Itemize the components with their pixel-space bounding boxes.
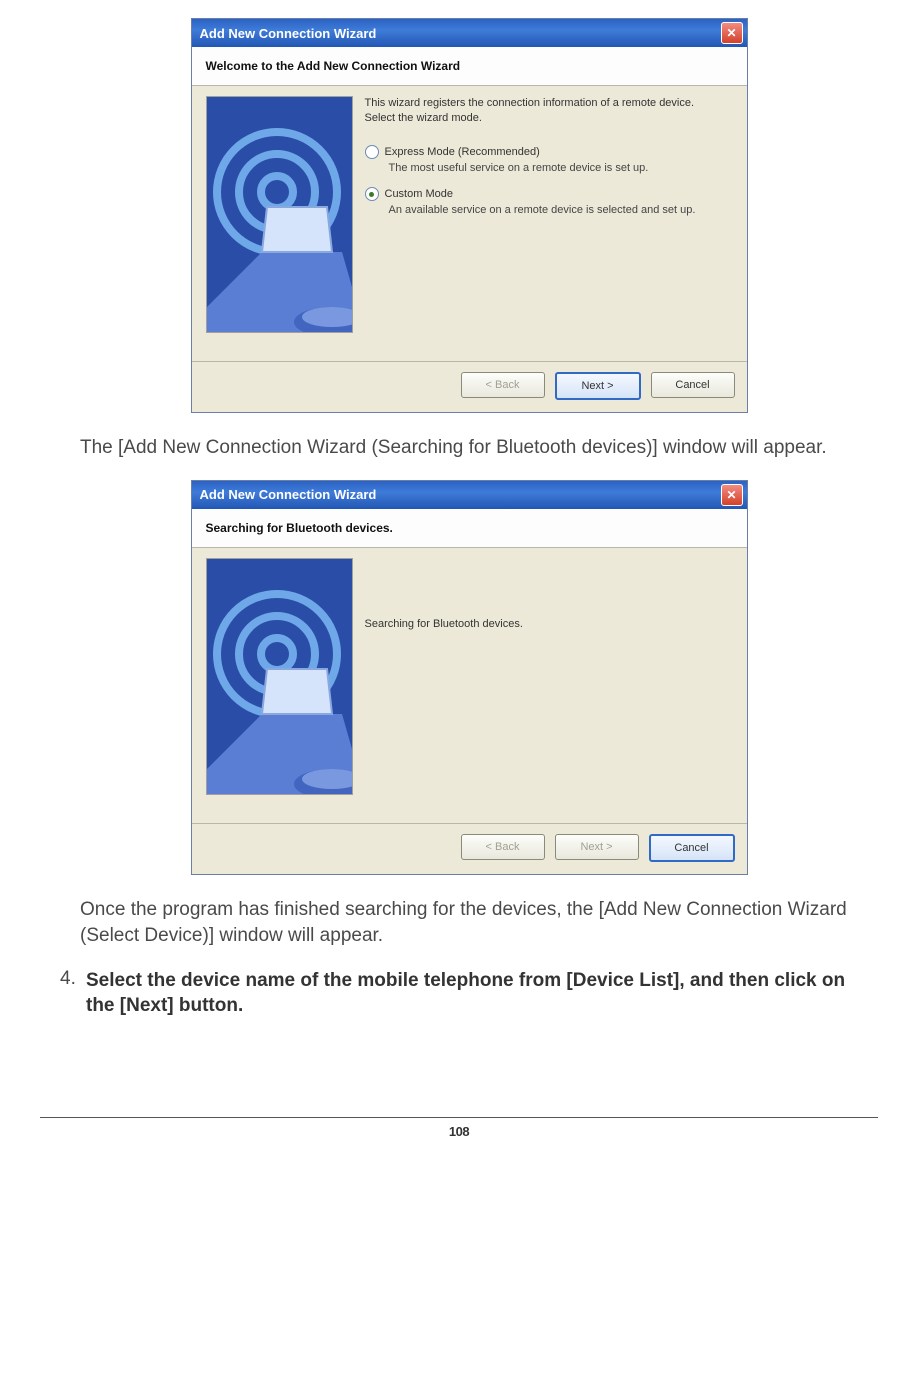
paragraph-2: Once the program has finished searching … bbox=[80, 897, 878, 950]
intro-text: This wizard registers the connection inf… bbox=[365, 96, 733, 127]
banner-title: Welcome to the Add New Connection Wizard bbox=[206, 59, 461, 73]
close-icon[interactable]: ✕ bbox=[721, 22, 743, 44]
back-button: < Back bbox=[461, 834, 545, 860]
back-button: < Back bbox=[461, 372, 545, 398]
radio-custom-desc: An available service on a remote device … bbox=[389, 203, 733, 217]
cancel-button[interactable]: Cancel bbox=[649, 834, 735, 862]
titlebar: Add New Connection Wizard ✕ bbox=[192, 481, 747, 509]
radio-custom-label: Custom Mode bbox=[385, 188, 453, 200]
window-title: Add New Connection Wizard bbox=[200, 26, 377, 41]
step-number: 4. bbox=[60, 968, 86, 1019]
radio-express-desc: The most useful service on a remote devi… bbox=[389, 161, 733, 175]
footer-rule bbox=[40, 1117, 878, 1118]
titlebar: Add New Connection Wizard ✕ bbox=[192, 19, 747, 47]
window-title: Add New Connection Wizard bbox=[200, 487, 377, 502]
radio-custom[interactable] bbox=[365, 187, 379, 201]
close-icon[interactable]: ✕ bbox=[721, 484, 743, 506]
radio-express-label: Express Mode (Recommended) bbox=[385, 146, 540, 158]
wizard-banner: Welcome to the Add New Connection Wizard bbox=[192, 47, 747, 86]
paragraph-1: The [Add New Connection Wizard (Searchin… bbox=[80, 435, 878, 462]
wizard-banner: Searching for Bluetooth devices. bbox=[192, 509, 747, 548]
wizard-searching: Add New Connection Wizard ✕ Searching fo… bbox=[191, 480, 748, 875]
next-button: Next > bbox=[555, 834, 639, 860]
cancel-button[interactable]: Cancel bbox=[651, 372, 735, 398]
banner-title: Searching for Bluetooth devices. bbox=[206, 521, 393, 535]
step-instruction: Select the device name of the mobile tel… bbox=[86, 968, 878, 1019]
page-number: 108 bbox=[0, 1124, 918, 1139]
side-graphic bbox=[206, 96, 353, 333]
next-button[interactable]: Next > bbox=[555, 372, 641, 400]
side-graphic bbox=[206, 558, 353, 795]
radio-express[interactable] bbox=[365, 145, 379, 159]
searching-message: Searching for Bluetooth devices. bbox=[365, 618, 733, 630]
wizard-welcome: Add New Connection Wizard ✕ Welcome to t… bbox=[191, 18, 748, 413]
